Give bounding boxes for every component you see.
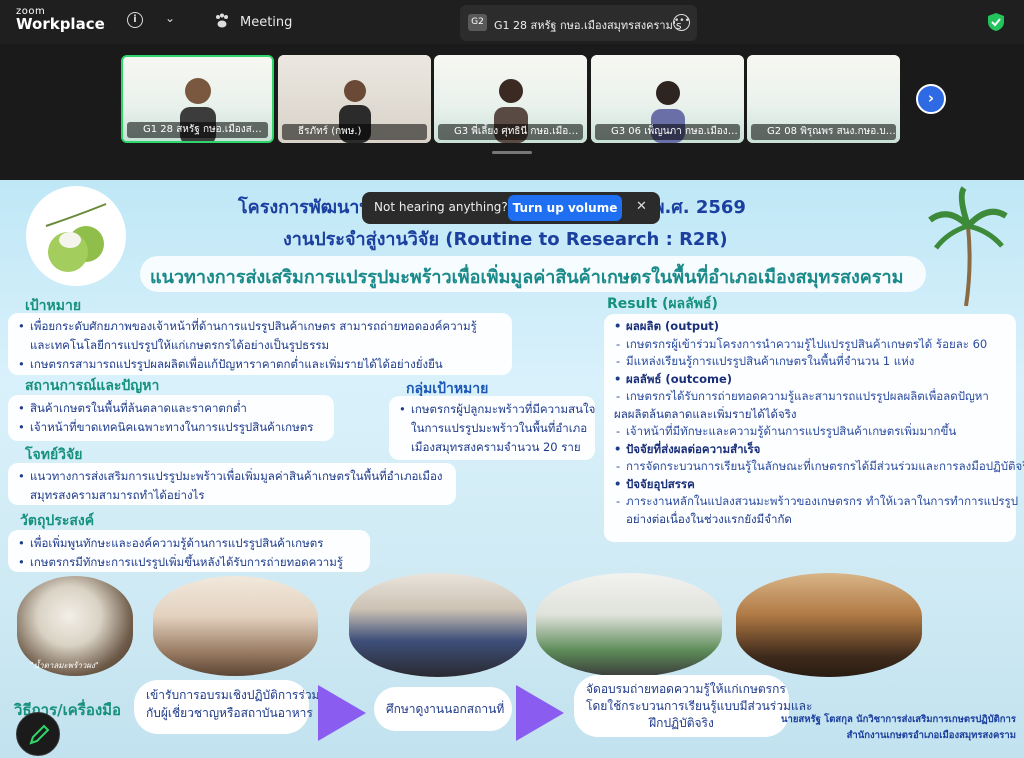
method-step-3: จัดอบรมถ่ายทอดความรู้ให้แก่เกษตรกร โดยใช…: [574, 675, 813, 737]
training-photo: [153, 576, 318, 676]
participant-name: G1 28 สหรัฐ กษอ.เมืองสมุทรสงคราม: [127, 122, 268, 138]
palm-tree-illustration: [928, 186, 1008, 306]
outcome-item: เกษตรกรได้รับการถ่ายทอดความรู้และสามารถแ…: [614, 388, 1006, 406]
logo-line2: Workplace: [16, 15, 105, 33]
active-speaker-tab[interactable]: G2 G1 28 สหรัฐ กษอ.เมืองสมุทรสงคราม's ••…: [460, 5, 697, 41]
photo-caption: "น้ำตาลมะพร้าวผง": [30, 661, 99, 670]
method-step-1: เข้ารับการอบรมเชิงปฏิบัติการร่วม กับผู้เ…: [134, 680, 320, 734]
outcome-heading: ผลลัพธ์ (outcome): [614, 371, 1006, 389]
banner-text: แนวทางการส่งเสริมการแปรรูปมะพร้าวเพื่อเพ…: [150, 267, 904, 288]
participant-name: G3 06 เพ็ญนภา กษอ.เมืองสมุทรสงคราม: [595, 124, 740, 140]
close-icon[interactable]: ✕: [636, 199, 647, 214]
flow-arrow-icon: [516, 685, 564, 741]
meeting-label[interactable]: Meeting: [240, 15, 292, 30]
info-icon[interactable]: i: [127, 12, 143, 28]
group-photo: [349, 573, 527, 677]
products-photo: [736, 573, 922, 677]
paw-icon[interactable]: [214, 13, 230, 29]
speaker-badge: G2: [468, 14, 487, 31]
objective-box: เพื่อเพิ่มพูนทักษะและองค์ความรู้ด้านการแ…: [8, 530, 370, 572]
next-page-button[interactable]: ›: [916, 84, 946, 114]
flow-arrow-icon: [318, 685, 366, 741]
target-item-cont: ในการแปรรูปมะพร้าวในพื้นที่อำเภอ: [411, 421, 588, 435]
presentation-photo: [536, 573, 722, 677]
outcome-item-cont: ผลผลิตล้นตลาดและเพิ่มรายได้ได้จริง: [614, 406, 797, 421]
participant-tile[interactable]: G3 พี่เลี้ยง ศุทธินี กษอ.เมืองสมุทรสงครา…: [434, 55, 587, 143]
method-step-2: ศึกษาดูงานนอกสถานที่: [374, 687, 512, 731]
more-options-icon[interactable]: •••: [673, 14, 690, 31]
step-text: กับผู้เชี่ยวชาญหรือสถาบันอาหาร: [146, 706, 313, 720]
coconut-illustration: [26, 186, 126, 286]
situation-item: สินค้าเกษตรในพื้นที่ล้นตลาดและราคาตกต่ำ: [18, 399, 324, 418]
result-heading: Result (ผลลัพธ์): [607, 296, 718, 312]
target-item-cont: เมืองสมุทรสงครามจำนวน 20 ราย: [411, 440, 581, 454]
obstacle-item: ภาระงานหลักในแปลงสวนมะพร้าวของเกษตรกร ทำ…: [614, 493, 1018, 511]
step-text: เข้ารับการอบรมเชิงปฏิบัติการร่วม: [146, 688, 320, 702]
author-name: นายสหรัฐ โตสกุล นักวิชาการส่งเสริมการเกษ…: [781, 714, 1016, 725]
participant-name: G3 พี่เลี้ยง ศุทธินี กษอ.เมืองสมุทรสงครา…: [438, 124, 583, 140]
step-text: จัดอบรมถ่ายทอดความรู้ให้แก่เกษตรกร: [586, 682, 786, 696]
poster-banner: แนวทางการส่งเสริมการแปรรูปมะพร้าวเพื่อเพ…: [140, 256, 926, 292]
objective-heading: วัตถุประสงค์: [20, 513, 95, 529]
target-item: เกษตรกรผู้ปลูกมะพร้าวที่มีความสนใจ: [399, 400, 595, 419]
participant-tile[interactable]: G2 08 พิรุณพร สนง.กษอ.บางคนที: [747, 55, 900, 143]
obstacle-heading: ปัจจัยอุปสรรค: [614, 476, 1006, 494]
toast-message: Not hearing anything?: [374, 200, 508, 214]
step-text: ศึกษาดูงานนอกสถานที่: [386, 702, 505, 716]
research-box: แนวทางการส่งเสริมการแปรรูปมะพร้าวเพื่อเพ…: [8, 463, 456, 505]
participant-name: G2 08 พิรุณพร สนง.กษอ.บางคนที: [751, 124, 896, 140]
zoom-logo: zoom Workplace: [16, 7, 105, 32]
speaker-name: G1 28 สหรัฐ กษอ.เมืองสมุทรสงคราม's: [494, 19, 682, 32]
output-item: เกษตรกรผู้เข้าร่วมโครงการนำความรู้ไปแปรร…: [614, 336, 1006, 354]
author-office: สำนักงานเกษตรอำเภอเมืองสมุทรสงคราม: [846, 730, 1016, 741]
participant-tile[interactable]: ธีรภัทร์ (กพษ.): [278, 55, 431, 143]
step-text: ฝึกปฏิบัติจริง: [649, 716, 714, 730]
turn-up-volume-button[interactable]: Turn up volume: [508, 195, 622, 221]
participant-tile[interactable]: G3 06 เพ็ญนภา กษอ.เมืองสมุทรสงคราม: [591, 55, 744, 143]
goal-item: เกษตรกรสามารถแปรรูปผลผลิตเพื่อแก้ปัญหารา…: [18, 355, 502, 374]
output-item: มีแหล่งเรียนรู้การแปรรูปสินค้าเกษตรในพื้…: [614, 353, 1006, 371]
poster-subtitle: งานประจำสู่งานวิจัย (Routine to Research…: [283, 229, 728, 250]
author-credit: นายสหรัฐ โตสกุล นักวิชาการส่งเสริมการเกษ…: [781, 712, 1016, 744]
situation-box: สินค้าเกษตรในพื้นที่ล้นตลาดและราคาตกต่ำ …: [8, 395, 334, 441]
situation-item: เจ้าหน้าที่ขาดเทคนิคเฉพาะทางในการแปรรูปส…: [18, 418, 324, 437]
participant-tile[interactable]: G1 28 สหรัฐ กษอ.เมืองสมุทรสงคราม: [121, 55, 274, 143]
chevron-down-icon[interactable]: ⌄: [165, 11, 175, 25]
annotate-button[interactable]: [16, 712, 60, 756]
participant-name: ธีรภัทร์ (กพษ.): [282, 124, 427, 140]
goal-box: เพื่อยกระดับศักยภาพของเจ้าหน้าที่ด้านการ…: [8, 313, 512, 375]
target-box: เกษตรกรผู้ปลูกมะพร้าวที่มีความสนใจ ในการ…: [389, 396, 595, 460]
goal-item: เพื่อยกระดับศักยภาพของเจ้าหน้าที่ด้านการ…: [18, 317, 502, 336]
output-heading: ผลผลิต (output): [614, 318, 1006, 336]
top-bar: zoom Workplace i ⌄ Meeting G2 G1 28 สหรั…: [0, 0, 1024, 44]
objective-item: เกษตรกรมีทักษะการแปรรูปเพิ่มขึ้นหลังได้ร…: [18, 553, 360, 572]
participant-gallery: G1 28 สหรัฐ กษอ.เมืองสมุทรสงคราม ธีรภัทร…: [0, 44, 1024, 180]
goal-item-cont: และเทคโนโลยีการแปรรูปให้แก่เกษตรกรได้อย่…: [30, 338, 330, 352]
shared-screen: โครงการพัฒนาบุคลากรสู่ความเป็นมืออาชีพ ป…: [0, 180, 1024, 758]
success-item: การจัดกระบวนการเรียนรู้ในลักษณะที่เกษตรก…: [614, 458, 1024, 476]
success-heading: ปัจจัยที่ส่งผลต่อความสำเร็จ: [614, 441, 1006, 459]
gallery-resize-handle[interactable]: [492, 151, 532, 154]
objective-item: เพื่อเพิ่มพูนทักษะและองค์ความรู้ด้านการแ…: [18, 534, 360, 553]
audio-toast: Not hearing anything? Turn up volume ✕: [362, 192, 660, 224]
pencil-icon: [29, 724, 50, 745]
step-text: โดยใช้กระบวนการเรียนรู้แบบมีส่วนร่วมและ: [586, 699, 813, 713]
obstacle-item-cont: อย่างต่อเนื่องในช่วงแรกยังมีจำกัด: [626, 511, 792, 526]
result-box: ผลผลิต (output) เกษตรกรผู้เข้าร่วมโครงกา…: [604, 314, 1024, 542]
outcome-item: เจ้าหน้าที่มีทักษะและความรู้ด้านการแปรรู…: [614, 423, 1006, 441]
research-item-cont: สมุทรสงครามสามารถทำได้อย่างไร: [30, 488, 205, 502]
situation-heading: สถานการณ์และปัญหา: [25, 378, 160, 394]
zoom-window: zoom Workplace i ⌄ Meeting G2 G1 28 สหรั…: [0, 0, 1024, 758]
research-item: แนวทางการส่งเสริมการแปรรูปมะพร้าวเพื่อเพ…: [18, 467, 446, 486]
shield-check-icon[interactable]: [987, 12, 1005, 32]
